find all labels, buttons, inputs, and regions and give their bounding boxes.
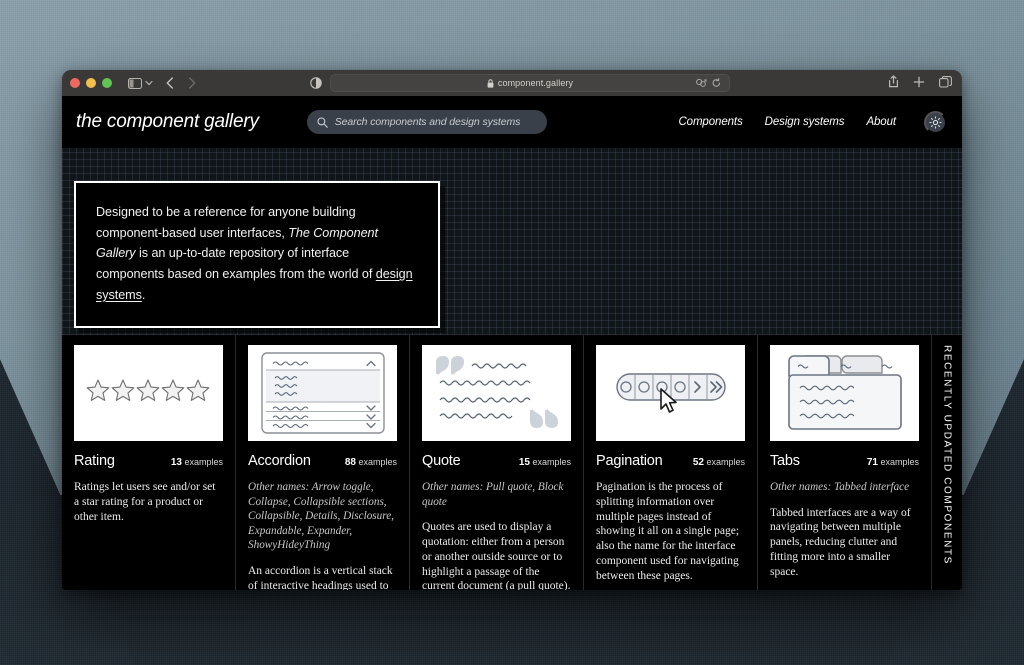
nav-link-components[interactable]: Components bbox=[678, 116, 742, 128]
card-other-names: Other names: Tabbed interface bbox=[770, 481, 910, 493]
card-count-number: 15 bbox=[518, 457, 530, 468]
primary-nav: Components Design systems About bbox=[678, 110, 947, 134]
recently-updated-strip: Rating 13 examples Ratings let users see… bbox=[62, 335, 962, 590]
extensions-icon[interactable] bbox=[696, 78, 707, 88]
accordion-illustration bbox=[260, 352, 385, 434]
card-description: Pagination is the process of splitting i… bbox=[596, 481, 740, 582]
close-quote-glyph bbox=[529, 409, 558, 428]
card-example-count: 52 examples bbox=[693, 457, 745, 468]
page-content: the component gallery Search components … bbox=[62, 96, 962, 590]
card-description: Ratings let users see and/or set a star … bbox=[74, 481, 216, 523]
card-count-unit: examples bbox=[358, 457, 397, 467]
sun-icon bbox=[929, 115, 942, 129]
pagination-thumbnail bbox=[596, 345, 745, 441]
card-other-names: Other names: Arrow toggle, Collapse, Col… bbox=[248, 481, 394, 552]
card-count-number: 88 bbox=[344, 457, 356, 468]
card-accordion[interactable]: Accordion 88 examples Other names: Arrow… bbox=[236, 335, 410, 590]
card-count-unit: examples bbox=[880, 457, 919, 467]
card-example-count: 88 examples bbox=[345, 457, 397, 468]
search-input[interactable]: Search components and design systems bbox=[306, 110, 547, 134]
card-description: An accordion is a vertical stack of inte… bbox=[248, 564, 393, 590]
sidebar-toggle-icon[interactable] bbox=[128, 77, 142, 89]
quote-thumbnail bbox=[422, 345, 571, 441]
card-quote[interactable]: Quote 15 examples Other names: Pull quot… bbox=[410, 335, 584, 590]
window-controls[interactable] bbox=[70, 78, 112, 88]
card-example-count: 71 examples bbox=[867, 457, 919, 468]
hero-paragraph: Designed to be a reference for anyone bu… bbox=[96, 202, 416, 306]
hero-text-part2: is an up-to-date repository of interface… bbox=[96, 246, 376, 282]
card-header: Tabs 71 examples bbox=[770, 453, 919, 469]
card-header: Rating 13 examples bbox=[74, 453, 223, 469]
rating-thumbnail bbox=[74, 345, 223, 441]
card-title: Quote bbox=[422, 453, 461, 469]
card-rating[interactable]: Rating 13 examples Ratings let users see… bbox=[62, 335, 236, 590]
back-arrow-icon[interactable] bbox=[166, 77, 174, 89]
forward-arrow-icon bbox=[188, 77, 196, 89]
card-title: Accordion bbox=[248, 453, 311, 469]
card-header: Quote 15 examples bbox=[422, 453, 571, 469]
card-count-unit: examples bbox=[532, 457, 571, 467]
lock-icon bbox=[487, 78, 494, 88]
browser-window: component.gallery the component gallery … bbox=[62, 70, 962, 590]
card-description: Quotes are used to display a quotation: … bbox=[422, 521, 571, 590]
hero-intro-card: Designed to be a reference for anyone bu… bbox=[74, 181, 440, 328]
reader-contrast-icon[interactable] bbox=[310, 77, 322, 89]
card-count-unit: examples bbox=[706, 457, 745, 467]
tabs-illustration bbox=[787, 355, 902, 430]
tab-overview-icon[interactable] bbox=[939, 75, 952, 88]
card-count-number: 52 bbox=[692, 457, 704, 468]
card-count-number: 71 bbox=[866, 457, 878, 468]
card-header: Accordion 88 examples bbox=[248, 453, 397, 469]
search-placeholder: Search components and design systems bbox=[334, 116, 521, 128]
card-title: Pagination bbox=[596, 453, 663, 469]
hero-section: Designed to be a reference for anyone bu… bbox=[62, 148, 962, 335]
recently-updated-rail: RECENTLY UPDATED COMPONENTS bbox=[932, 335, 962, 590]
search-icon bbox=[317, 116, 328, 128]
card-other-names: Other names: Pull quote, Block quote bbox=[422, 481, 564, 508]
close-button[interactable] bbox=[70, 78, 80, 88]
desktop-backdrop: component.gallery the component gallery … bbox=[0, 0, 1024, 665]
card-count-number: 13 bbox=[170, 457, 182, 468]
address-bar[interactable]: component.gallery bbox=[330, 74, 730, 92]
nav-link-about[interactable]: About bbox=[866, 116, 896, 128]
nav-link-design-systems[interactable]: Design systems bbox=[765, 116, 845, 128]
card-tabs[interactable]: Tabs 71 examples Other names: Tabbed int… bbox=[758, 335, 932, 590]
card-title: Tabs bbox=[770, 453, 800, 469]
chevron-down-icon[interactable] bbox=[145, 80, 153, 86]
tabs-thumbnail bbox=[770, 345, 919, 441]
pagination-illustration bbox=[615, 373, 726, 413]
card-count-unit: examples bbox=[184, 457, 223, 467]
card-pagination[interactable]: Pagination 52 examples Pagination is the… bbox=[584, 335, 758, 590]
card-description: Tabbed interfaces are a way of navigatin… bbox=[770, 506, 911, 578]
minimize-button[interactable] bbox=[86, 78, 96, 88]
site-logo[interactable]: the component gallery bbox=[76, 111, 259, 133]
open-quote-glyph bbox=[435, 356, 464, 375]
card-header: Pagination 52 examples bbox=[596, 453, 745, 469]
reload-icon[interactable] bbox=[712, 78, 721, 88]
theme-toggle-button[interactable] bbox=[924, 110, 947, 134]
plus-icon[interactable] bbox=[913, 76, 925, 88]
card-example-count: 13 examples bbox=[171, 457, 223, 468]
card-title: Rating bbox=[74, 453, 115, 469]
stars-illustration bbox=[86, 379, 209, 401]
share-icon[interactable] bbox=[888, 75, 899, 88]
card-example-count: 15 examples bbox=[519, 457, 571, 468]
maximize-button[interactable] bbox=[102, 78, 112, 88]
hero-text-part3: . bbox=[141, 287, 146, 302]
browser-toolbar: component.gallery bbox=[62, 70, 962, 96]
site-header: the component gallery Search components … bbox=[62, 96, 962, 148]
rail-label: RECENTLY UPDATED COMPONENTS bbox=[941, 345, 953, 565]
accordion-thumbnail bbox=[248, 345, 397, 441]
quote-illustration bbox=[435, 356, 558, 428]
address-bar-url: component.gallery bbox=[497, 78, 574, 88]
